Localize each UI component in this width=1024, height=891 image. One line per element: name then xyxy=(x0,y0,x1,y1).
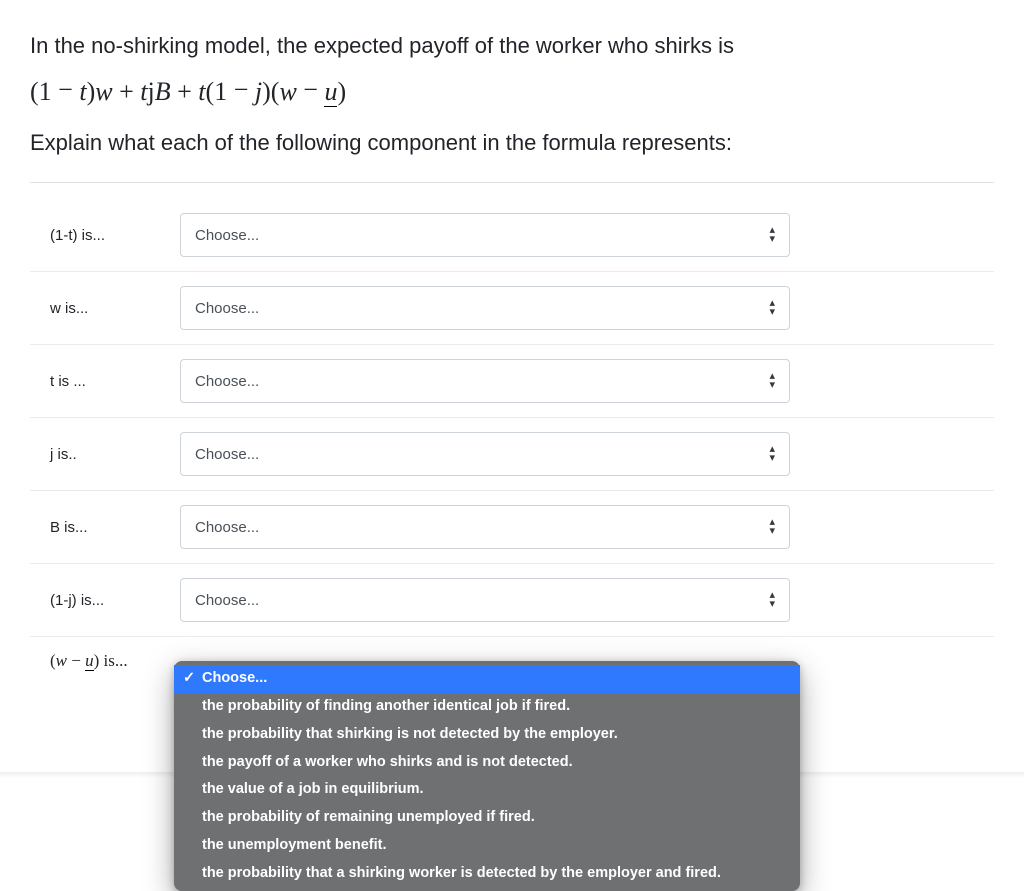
select-value: Choose... xyxy=(195,446,259,463)
select-value: Choose... xyxy=(195,519,259,536)
row-label: (1-t) is... xyxy=(50,227,180,244)
dropdown-option[interactable]: the unemployment benefit. xyxy=(174,832,800,860)
form-row-6: (1-j) is... Choose... xyxy=(30,564,994,637)
select-value: Choose... xyxy=(195,227,259,244)
form-row-4: j is.. Choose... xyxy=(30,418,994,491)
select-value: Choose... xyxy=(195,373,259,390)
dropdown-option[interactable]: the value of a job in equilibrium. xyxy=(174,776,800,804)
question-instruction: Explain what each of the following compo… xyxy=(30,125,994,160)
select-b[interactable]: Choose... xyxy=(180,505,790,549)
select-1t[interactable]: Choose... xyxy=(180,213,790,257)
row-label: (w − u) is... xyxy=(50,651,180,671)
dropdown-option-label: the probability that shirking is not det… xyxy=(202,726,618,742)
select-j[interactable]: Choose... xyxy=(180,432,790,476)
dropdown-option-label: the probability of finding another ident… xyxy=(202,698,570,714)
select-w[interactable]: Choose... xyxy=(180,286,790,330)
row-label: j is.. xyxy=(50,446,180,463)
caret-icon xyxy=(769,298,775,318)
dropdown-option-label: the value of a job in equilibrium. xyxy=(202,781,424,797)
caret-icon xyxy=(769,225,775,245)
select-value: Choose... xyxy=(195,300,259,317)
form-row-5: B is... Choose... xyxy=(30,491,994,564)
caret-icon xyxy=(769,371,775,391)
dropdown-option-label: the probability of remaining unemployed … xyxy=(202,809,535,825)
caret-icon xyxy=(769,444,775,464)
dropdown-option[interactable]: the payoff of a worker who shirks and is… xyxy=(174,749,800,777)
question-formula: (1 − t)w + tjB + t(1 − j)(w − u) xyxy=(30,77,994,107)
form-row-1: (1-t) is... Choose... xyxy=(30,199,994,272)
caret-icon xyxy=(769,590,775,610)
form-row-3: t is ... Choose... xyxy=(30,345,994,418)
form-row-7: (w − u) is... ✓ Choose... the probabilit… xyxy=(30,637,994,685)
check-icon: ✓ xyxy=(183,668,195,690)
dropdown-option[interactable]: the probability that a shirking worker i… xyxy=(174,860,800,888)
select-t[interactable]: Choose... xyxy=(180,359,790,403)
form-row-2: w is... Choose... xyxy=(30,272,994,345)
caret-icon xyxy=(769,517,775,537)
row-label: w is... xyxy=(50,300,180,317)
dropdown-option-selected[interactable]: ✓ Choose... xyxy=(174,665,800,693)
dropdown-option[interactable]: the probability of remaining unemployed … xyxy=(174,804,800,832)
select-1j[interactable]: Choose... xyxy=(180,578,790,622)
dropdown-option-label: the probability that a shirking worker i… xyxy=(202,865,721,881)
question-intro: In the no-shirking model, the expected p… xyxy=(30,28,994,63)
dropdown-option[interactable]: the probability of finding another ident… xyxy=(174,693,800,721)
form-area: (1-t) is... Choose... w is... Choose... … xyxy=(0,183,1024,685)
dropdown-option[interactable]: the probability that shirking is not det… xyxy=(174,721,800,749)
row-label: B is... xyxy=(50,519,180,536)
dropdown-option-label: the payoff of a worker who shirks and is… xyxy=(202,754,573,770)
select-value: Choose... xyxy=(195,592,259,609)
dropdown-option-label: the unemployment benefit. xyxy=(202,837,387,853)
dropdown-option-label: Choose... xyxy=(202,670,267,686)
row-label: t is ... xyxy=(50,373,180,390)
select-wu-dropdown[interactable]: ✓ Choose... the probability of finding a… xyxy=(174,661,800,891)
row-label: (1-j) is... xyxy=(50,592,180,609)
